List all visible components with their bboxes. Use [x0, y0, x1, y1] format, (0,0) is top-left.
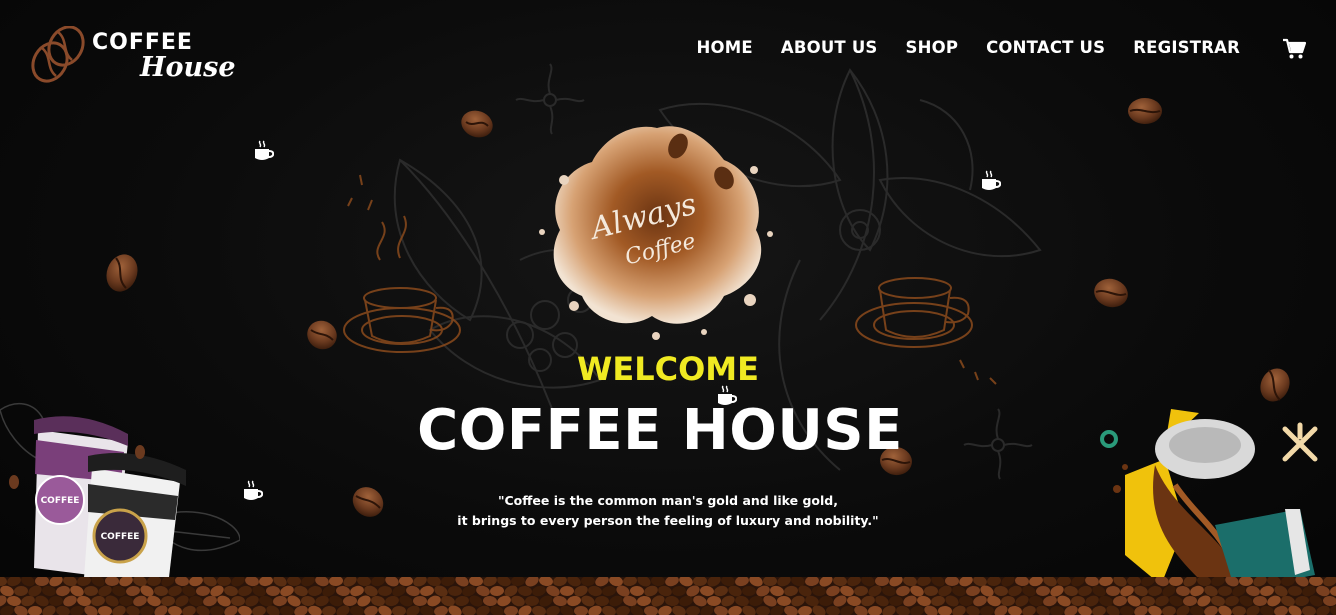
- cup-sketch-left: [343, 174, 461, 353]
- nav-home[interactable]: HOME: [697, 38, 753, 57]
- welcome-heading: WELCOME: [577, 350, 759, 388]
- floor-bean: [1071, 596, 1085, 606]
- main-nav: HOME ABOUT US SHOP CONTACT US REGISTRAR: [697, 38, 1240, 57]
- sparkle-icon: [1282, 422, 1318, 462]
- coffee-bean-floor: [0, 577, 1336, 615]
- brand-logo[interactable]: COFFEE House: [28, 24, 248, 86]
- coffee-bean-icon: [307, 320, 337, 350]
- cup-dark: COFFEE: [84, 453, 186, 586]
- coffee-beans-icon: [31, 26, 85, 83]
- coffee-bean-icon: [1128, 98, 1162, 124]
- shopping-cart-icon[interactable]: [1282, 38, 1306, 60]
- coffee-bean-icon: [461, 110, 493, 138]
- nav-about-us[interactable]: ABOUT US: [781, 38, 878, 57]
- coffee-bean-icon: [106, 254, 138, 292]
- takeaway-cups-illustration: COFFEE COFFEE: [0, 403, 240, 586]
- coffee-splash-cup-illustration: [1100, 409, 1318, 590]
- cup-label-purple: COFFEE: [41, 496, 80, 506]
- always-coffee-splash: Always Coffee: [539, 126, 773, 340]
- nav-registrar[interactable]: REGISTRAR: [1133, 38, 1240, 57]
- coffee-mug-icon: [255, 140, 274, 160]
- cup-label-dark: COFFEE: [101, 532, 140, 542]
- floor-bean: [231, 596, 245, 606]
- nav-contact-us[interactable]: CONTACT US: [986, 38, 1105, 57]
- nav-shop[interactable]: SHOP: [906, 38, 959, 57]
- coffee-mug-icon: [982, 170, 1001, 190]
- brand-name-line2: House: [140, 52, 236, 83]
- floor-bean: [742, 586, 756, 596]
- coffee-bean-icon: [1094, 278, 1128, 308]
